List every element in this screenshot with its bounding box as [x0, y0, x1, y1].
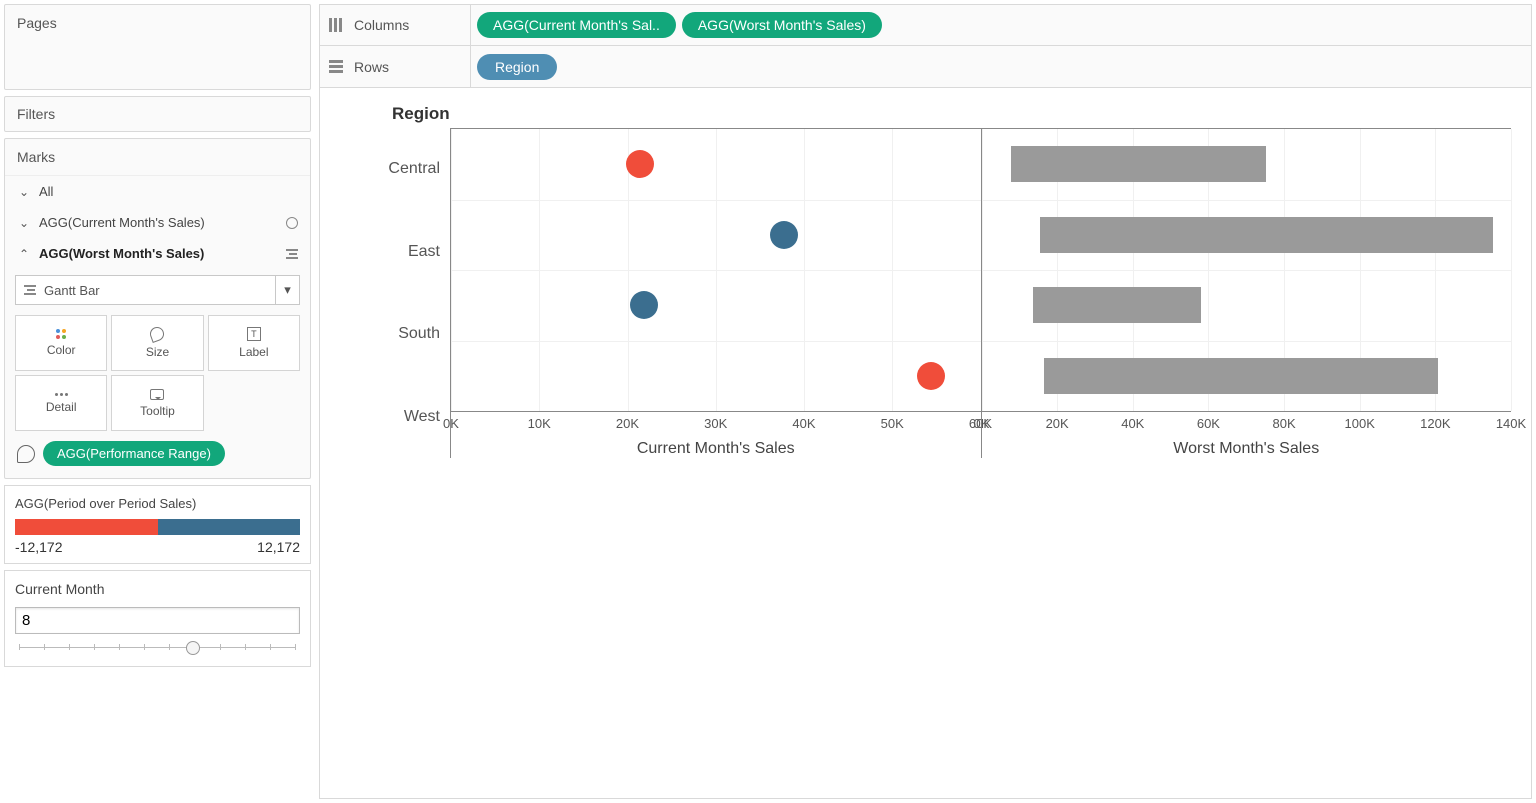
color-legend-max: 12,172: [257, 539, 300, 555]
tooltip-icon: [150, 389, 164, 400]
data-point[interactable]: [626, 150, 654, 178]
marks-row-all-label: All: [39, 184, 53, 199]
mark-card-detail-label: Detail: [46, 400, 77, 414]
marks-row-worst-label: AGG(Worst Month's Sales): [39, 246, 204, 261]
x-tick: 60K: [1197, 416, 1220, 431]
mark-card-tooltip[interactable]: Tooltip: [111, 375, 203, 431]
marks-row-current-label: AGG(Current Month's Sales): [39, 215, 205, 230]
x-tick: 40K: [1121, 416, 1144, 431]
filters-label: Filters: [5, 96, 67, 132]
rows-pill-0[interactable]: Region: [477, 54, 557, 80]
size-icon: [17, 445, 35, 463]
columns-pill-1[interactable]: AGG(Worst Month's Sales): [682, 12, 882, 38]
visualization-canvas[interactable]: Region CentralEastSouthWest 0K 10K 20K 30K 4…: [319, 88, 1532, 799]
x-tick: 120K: [1420, 416, 1450, 431]
gantt-bar[interactable]: [1033, 287, 1201, 323]
mark-type-dropdown[interactable]: Gantt Bar ▾: [15, 275, 300, 305]
mark-card-size[interactable]: Size: [111, 315, 203, 371]
marks-row-worst-sales[interactable]: ⌃ AGG(Worst Month's Sales): [5, 238, 310, 269]
chart-worst-month-sales[interactable]: 0K20K40K60K80K100K120K140K Worst Month's…: [981, 128, 1512, 458]
mark-card-tooltip-label: Tooltip: [140, 404, 175, 418]
parameter-title: Current Month: [15, 581, 300, 597]
row-label: Central: [340, 128, 450, 211]
x-tick: 20K: [1046, 416, 1069, 431]
row-label: East: [340, 211, 450, 294]
mark-card-size-label: Size: [146, 345, 169, 359]
x-tick: 30K: [704, 416, 727, 431]
x-axis-label-2: Worst Month's Sales: [982, 440, 1512, 458]
color-legend-title: AGG(Period over Period Sales): [15, 496, 300, 511]
gantt-bar[interactable]: [1040, 217, 1493, 253]
x-tick: 80K: [1272, 416, 1295, 431]
size-icon: [149, 325, 167, 343]
mark-card-detail[interactable]: Detail: [15, 375, 107, 431]
row-label: South: [340, 293, 450, 376]
x-tick: 140K: [1496, 416, 1526, 431]
x-tick: 10K: [528, 416, 551, 431]
chevron-down-icon: ⌄: [17, 216, 31, 230]
data-point[interactable]: [770, 221, 798, 249]
mark-card-label-label: Label: [239, 345, 268, 359]
columns-icon: [328, 17, 344, 33]
x-axis-label-1: Current Month's Sales: [451, 440, 981, 458]
pages-shelf[interactable]: Pages: [4, 4, 311, 90]
gantt-icon: [24, 285, 36, 295]
detail-icon: [55, 393, 68, 396]
label-icon: T: [247, 327, 261, 341]
parameter-control: Current Month: [4, 570, 311, 667]
chevron-down-icon: ⌄: [17, 185, 31, 199]
mark-type-selected: Gantt Bar: [44, 283, 100, 298]
slider-thumb[interactable]: [186, 641, 200, 655]
x-tick: 0K: [974, 416, 990, 431]
size-field-pill[interactable]: AGG(Performance Range): [43, 441, 225, 466]
marks-label: Marks: [5, 139, 310, 176]
filters-shelf[interactable]: Filters: [4, 96, 311, 132]
marks-row-all[interactable]: ⌄ All: [5, 176, 310, 207]
gantt-bar[interactable]: [1011, 146, 1267, 182]
color-legend-min: -12,172: [15, 539, 62, 555]
data-point[interactable]: [917, 362, 945, 390]
parameter-input[interactable]: [15, 607, 300, 634]
gantt-icon: [286, 249, 298, 259]
row-header-title: Region: [392, 104, 1511, 124]
data-point[interactable]: [630, 291, 658, 319]
parameter-slider[interactable]: [15, 644, 300, 652]
marks-row-current-sales[interactable]: ⌄ AGG(Current Month's Sales): [5, 207, 310, 238]
mark-card-color-label: Color: [47, 343, 76, 357]
mark-card-label[interactable]: T Label: [208, 315, 300, 371]
rows-shelf[interactable]: Rows Region: [319, 46, 1532, 88]
color-legend[interactable]: AGG(Period over Period Sales) -12,172 12…: [4, 485, 311, 564]
columns-label: Columns: [354, 17, 409, 33]
x-tick: 40K: [792, 416, 815, 431]
chevron-down-icon: ▾: [275, 276, 299, 304]
color-ramp: [15, 519, 300, 535]
x-tick: 0K: [443, 416, 459, 431]
circle-icon: [286, 217, 298, 229]
pages-label: Pages: [5, 5, 310, 41]
color-icon: [56, 329, 66, 339]
marks-card: Marks ⌄ All ⌄ AGG(Current Month's Sales)…: [4, 138, 311, 479]
chart-current-month-sales[interactable]: 0K10K20K30K40K50K60K Current Month's Sal…: [450, 128, 981, 458]
x-tick: 50K: [881, 416, 904, 431]
row-label: West: [340, 376, 450, 459]
chevron-up-icon: ⌃: [17, 247, 31, 261]
x-tick: 20K: [616, 416, 639, 431]
mark-card-color[interactable]: Color: [15, 315, 107, 371]
x-tick: 100K: [1345, 416, 1375, 431]
rows-icon: [328, 59, 344, 75]
gantt-bar[interactable]: [1044, 358, 1438, 394]
rows-label: Rows: [354, 59, 389, 75]
columns-pill-0[interactable]: AGG(Current Month's Sal..: [477, 12, 676, 38]
columns-shelf[interactable]: Columns AGG(Current Month's Sal.. AGG(Wo…: [319, 4, 1532, 46]
